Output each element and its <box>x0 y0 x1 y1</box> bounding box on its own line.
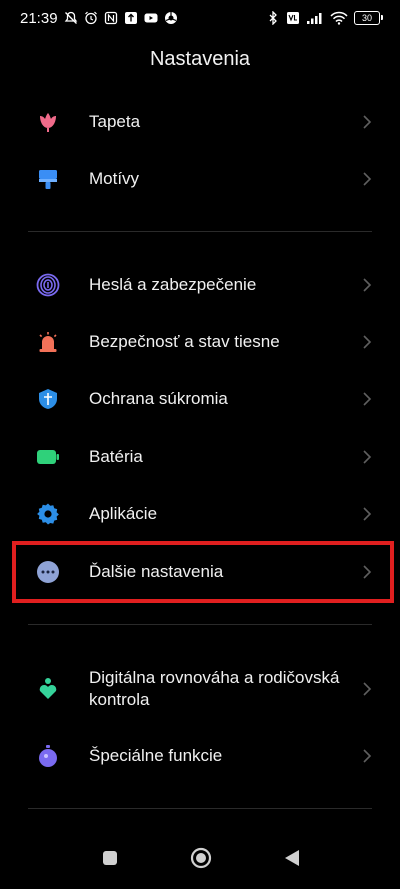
privacy-shield-icon <box>36 387 60 411</box>
settings-item-dalsie[interactable]: Ďalšie nastavenia <box>0 544 400 600</box>
digital-wellbeing-icon <box>36 677 60 701</box>
battery-level: 30 <box>361 12 372 23</box>
item-label: Heslá a zabezpečenie <box>89 275 257 294</box>
special-features-icon <box>36 744 60 768</box>
status-time: 21:39 <box>20 9 58 27</box>
muted-bell-icon <box>64 11 78 25</box>
item-label: Digitálna rovnováha a rodičovská kontrol… <box>89 668 340 709</box>
chevron-right-icon <box>362 681 372 697</box>
navigation-bar <box>0 833 400 889</box>
status-right: 30 <box>266 11 383 25</box>
settings-item-bezpecnost[interactable]: Bezpečnosť a stav tiesne <box>0 314 400 370</box>
chevron-right-icon <box>362 748 372 764</box>
home-button[interactable] <box>186 843 216 873</box>
chevron-right-icon <box>362 334 372 350</box>
app-notification-icon <box>164 11 178 25</box>
section-divider <box>28 231 372 232</box>
gear-icon <box>36 502 60 526</box>
battery-icon <box>36 445 60 469</box>
section-divider <box>28 808 372 809</box>
item-label: Tapeta <box>89 112 141 131</box>
item-label: Aplikácie <box>89 504 158 523</box>
item-label: Ďalšie nastavenia <box>89 562 224 581</box>
back-button[interactable] <box>277 843 307 873</box>
item-label: Motívy <box>89 169 140 188</box>
youtube-icon <box>144 11 158 25</box>
chevron-right-icon <box>362 277 372 293</box>
chevron-right-icon <box>362 391 372 407</box>
alarm-light-icon <box>36 330 60 354</box>
bluetooth-icon <box>266 11 280 25</box>
chevron-right-icon <box>362 449 372 465</box>
item-label: Špeciálne funkcie <box>89 746 223 765</box>
settings-item-hesla[interactable]: Heslá a zabezpečenie <box>0 257 400 313</box>
alarm-clock-icon <box>84 11 98 25</box>
item-label: Bezpečnosť a stav tiesne <box>89 332 280 351</box>
signal-icon <box>306 11 324 25</box>
settings-item-tapeta[interactable]: Tapeta <box>0 94 400 150</box>
settings-item-bateria[interactable]: Batéria <box>0 429 400 485</box>
page-title: Nastavenia <box>149 48 251 70</box>
upload-notification-icon <box>124 11 138 25</box>
status-left: 21:39 <box>20 10 178 27</box>
settings-item-specialne[interactable]: Špeciálne funkcie <box>0 728 400 784</box>
chevron-right-icon <box>362 114 372 130</box>
status-bar: 21:39 30 <box>0 0 400 36</box>
chevron-right-icon <box>362 564 372 580</box>
chevron-right-icon <box>362 506 372 522</box>
settings-item-aplikacie[interactable]: Aplikácie <box>0 486 400 542</box>
settings-item-digitalna[interactable]: Digitálna rovnováha a rodičovská kontrol… <box>0 660 400 718</box>
volte-icon <box>286 11 300 25</box>
paint-brush-icon <box>36 167 60 191</box>
chevron-right-icon <box>362 171 372 187</box>
recent-apps-button[interactable] <box>95 843 125 873</box>
item-label: Batéria <box>89 447 143 466</box>
item-label: Ochrana súkromia <box>89 389 228 408</box>
battery-indicator: 30 <box>354 11 383 25</box>
nfc-icon <box>104 11 118 25</box>
tulip-icon <box>36 110 60 134</box>
settings-item-motivy[interactable]: Motívy <box>0 151 400 207</box>
wifi-icon <box>330 11 348 25</box>
fingerprint-icon <box>36 273 60 297</box>
settings-item-ochrana[interactable]: Ochrana súkromia <box>0 371 400 427</box>
more-dots-icon <box>36 560 60 584</box>
section-divider <box>28 624 372 625</box>
